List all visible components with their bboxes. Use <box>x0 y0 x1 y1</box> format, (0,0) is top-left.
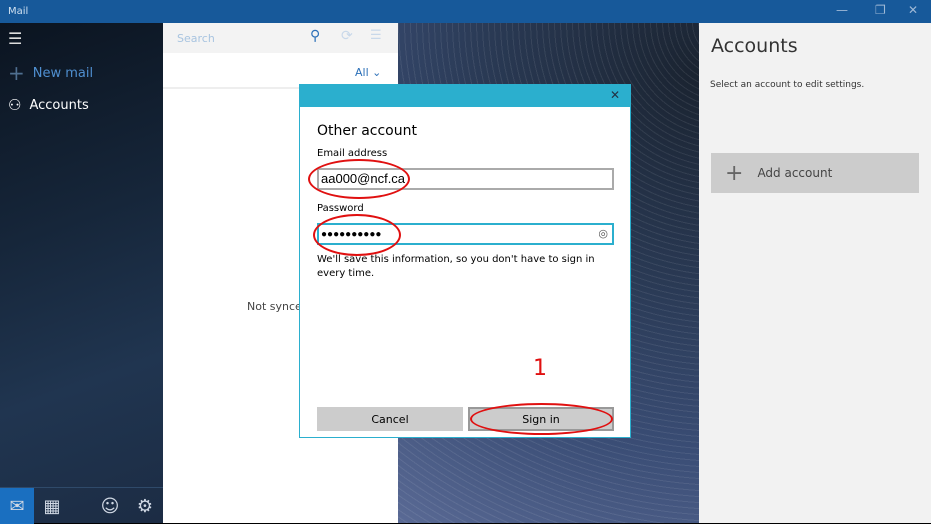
add-account-label: Add account <box>757 166 833 180</box>
filter-label: All <box>355 66 369 79</box>
password-label: Password <box>317 203 364 214</box>
annotation-ellipse-sign-in <box>470 403 613 435</box>
dialog-title: Other account <box>317 123 417 139</box>
email-label: Email address <box>317 148 388 159</box>
minimize-button[interactable]: — <box>836 3 848 17</box>
calendar-icon[interactable]: ▦ <box>35 488 69 524</box>
window-title: Mail <box>8 6 29 17</box>
dialog-header: ✕ <box>300 85 630 107</box>
nav-pane: ☰ + New mail ⚇ Accounts ✉ ▦ ☺ ⚙ <box>0 23 163 524</box>
accounts-panel: Accounts Select an account to edit setti… <box>699 23 931 523</box>
settings-gear-icon[interactable]: ⚙ <box>128 488 162 524</box>
filter-dropdown[interactable]: All ⌄ <box>355 66 381 79</box>
reveal-password-eye-icon[interactable]: ◎ <box>598 227 608 240</box>
plus-icon: + <box>725 160 744 186</box>
search-input[interactable]: Search <box>177 32 215 45</box>
title-bar: Mail — ❐ ✕ <box>0 0 931 23</box>
mail-icon[interactable]: ✉ <box>0 488 34 524</box>
new-mail-label: New mail <box>32 65 94 81</box>
add-account-button[interactable]: + Add account <box>711 153 919 193</box>
accounts-subtitle: Select an account to edit settings. <box>710 80 865 90</box>
new-mail-button[interactable]: + New mail <box>8 61 93 85</box>
feedback-smiley-icon[interactable]: ☺ <box>93 488 127 524</box>
sync-icon[interactable]: ⟳ <box>341 28 353 44</box>
chevron-down-icon: ⌄ <box>372 66 382 79</box>
select-mode-icon[interactable]: ☰ <box>370 28 382 43</box>
accounts-label: Accounts <box>29 97 89 113</box>
close-dialog-icon[interactable]: ✕ <box>610 88 620 102</box>
cancel-button[interactable]: Cancel <box>317 407 463 431</box>
search-icon[interactable]: ⚲ <box>310 28 320 44</box>
close-window-button[interactable]: ✕ <box>908 3 918 17</box>
accounts-button[interactable]: ⚇ Accounts <box>8 96 89 114</box>
person-icon: ⚇ <box>8 96 22 114</box>
search-box[interactable]: Search ⚲ ⟳ ☰ <box>163 23 398 53</box>
bottom-bar: ✉ ▦ ☺ ⚙ <box>0 487 163 524</box>
annotation-step-number: 1 <box>533 356 547 381</box>
save-info-note: We'll save this information, so you don'… <box>317 254 595 279</box>
annotation-ellipse-password <box>313 214 401 256</box>
hamburger-menu-icon[interactable]: ☰ <box>8 29 22 48</box>
accounts-title: Accounts <box>711 35 798 57</box>
annotation-ellipse-email <box>308 159 410 199</box>
restore-button[interactable]: ❐ <box>875 3 886 17</box>
plus-icon: + <box>8 61 25 85</box>
other-account-dialog: ✕ Other account Email address aa000@ncf.… <box>299 84 631 438</box>
